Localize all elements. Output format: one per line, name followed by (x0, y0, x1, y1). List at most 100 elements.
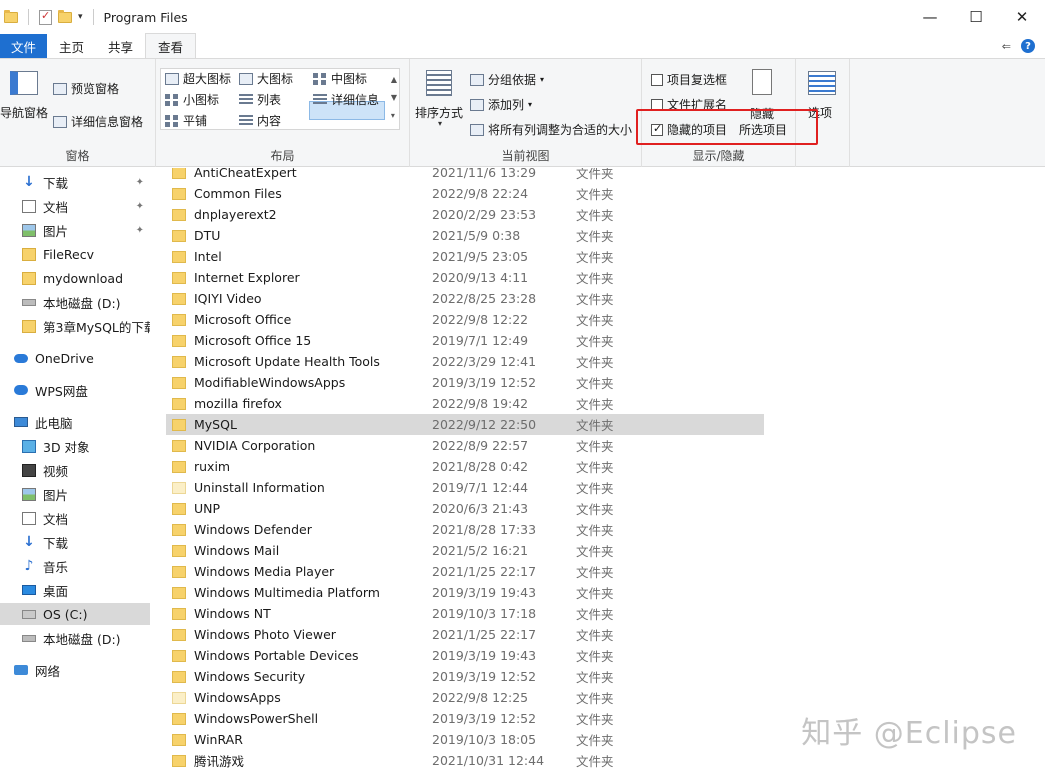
pin-icon[interactable]: ✦ (136, 177, 144, 188)
file-row[interactable]: ModifiableWindowsApps 2019/3/19 12:52 文件夹 (166, 372, 764, 393)
folder-icon (4, 9, 18, 23)
layout-gallery: 超大图标 大图标 中图标 小图标 列表 详细信息 平铺 内容 ▲ ▼ ▾ (160, 68, 400, 130)
file-name: Windows Portable Devices (194, 648, 359, 663)
layout-tiles[interactable]: 平铺 (165, 112, 207, 129)
file-row[interactable]: DTU 2021/5/9 0:38 文件夹 (166, 225, 764, 246)
nav-item[interactable]: 本地磁盘 (D:) (0, 291, 150, 313)
file-type: 文件夹 (576, 334, 614, 349)
pin-icon[interactable]: ✦ (136, 225, 144, 236)
nav-item[interactable]: 视频 (0, 459, 150, 481)
nav-item[interactable]: 第3章MySQL的下载 (0, 315, 150, 337)
nav-item[interactable]: ↓ 下载 ✦ (0, 171, 150, 193)
nav-item[interactable]: 图片 ✦ (0, 219, 150, 241)
file-row[interactable]: Windows Mail 2021/5/2 16:21 文件夹 (166, 540, 764, 561)
nav-item[interactable]: 桌面 (0, 579, 150, 601)
pin-icon[interactable]: ✦ (136, 201, 144, 212)
desktop-icon (22, 585, 36, 595)
window-title: Program Files (103, 9, 188, 25)
nav-item[interactable]: 本地磁盘 (D:) (0, 627, 150, 649)
file-row[interactable]: UNP 2020/6/3 21:43 文件夹 (166, 498, 764, 519)
video-icon (22, 463, 36, 477)
file-row[interactable]: AntiCheatExpert 2021/11/6 13:29 文件夹 (166, 168, 764, 183)
properties-icon[interactable] (39, 9, 52, 25)
file-date: 2019/3/19 12:52 (432, 669, 537, 684)
details-pane-button[interactable]: 详细信息窗格 (53, 113, 143, 130)
folder-icon (172, 544, 186, 557)
layout-list[interactable]: 列表 (239, 91, 281, 108)
file-row[interactable]: Windows Multimedia Platform 2019/3/19 19:… (166, 582, 764, 603)
file-row[interactable]: IQIYI Video 2022/8/25 23:28 文件夹 (166, 288, 764, 309)
layout-details[interactable]: 详细信息 (313, 91, 379, 108)
navigation-pane-icon (10, 71, 38, 95)
file-row[interactable]: Windows Defender 2021/8/28 17:33 文件夹 (166, 519, 764, 540)
file-row[interactable]: Intel 2021/9/5 23:05 文件夹 (166, 246, 764, 267)
layout-content[interactable]: 内容 (239, 112, 281, 129)
file-row[interactable]: Internet Explorer 2020/9/13 4:11 文件夹 (166, 267, 764, 288)
file-type: 文件夹 (576, 502, 614, 517)
file-row[interactable]: Windows NT 2019/10/3 17:18 文件夹 (166, 603, 764, 624)
nav-item[interactable]: FileRecv (0, 243, 150, 265)
maximize-button[interactable]: ☐ (953, 0, 999, 34)
item-checkboxes-toggle[interactable]: 项目复选框 (651, 71, 727, 88)
file-row[interactable]: WindowsPowerShell 2019/3/19 12:52 文件夹 (166, 708, 764, 729)
nav-item[interactable]: OS (C:) (0, 603, 150, 625)
file-row[interactable]: ruxim 2021/8/28 0:42 文件夹 (166, 456, 764, 477)
nav-item[interactable]: OneDrive (0, 347, 150, 369)
new-folder-icon[interactable] (58, 9, 72, 23)
file-row[interactable]: NVIDIA Corporation 2022/8/9 22:57 文件夹 (166, 435, 764, 456)
file-row[interactable]: 腾讯游戏 2021/10/31 12:44 文件夹 (166, 750, 764, 771)
tab-file[interactable]: 文件 (0, 34, 48, 58)
nav-item[interactable]: ↓ 下载 (0, 531, 150, 553)
hide-selected-icon (752, 69, 772, 95)
file-row[interactable]: WindowsApps 2022/9/8 12:25 文件夹 (166, 687, 764, 708)
nav-item[interactable]: 此电脑 (0, 411, 150, 433)
minimize-button[interactable]: — (907, 0, 953, 34)
file-date: 2019/3/19 19:43 (432, 648, 537, 663)
file-row[interactable]: mozilla firefox 2022/9/8 19:42 文件夹 (166, 393, 764, 414)
expand-ribbon-icon[interactable]: ⇐ (1002, 40, 1011, 53)
file-row[interactable]: dnplayerext2 2020/2/29 23:53 文件夹 (166, 204, 764, 225)
file-row[interactable]: Windows Portable Devices 2019/3/19 19:43 文… (166, 645, 764, 666)
nav-item[interactable]: 网络 (0, 659, 150, 681)
layout-large-icons[interactable]: 大图标 (239, 70, 293, 87)
nav-item[interactable]: mydownload (0, 267, 150, 289)
this-pc-icon (14, 417, 28, 427)
nav-item[interactable]: 图片 (0, 483, 150, 505)
file-row[interactable]: Uninstall Information 2019/7/1 12:44 文件夹 (166, 477, 764, 498)
size-all-columns-button[interactable]: 将所有列调整为合适的大小 (470, 121, 632, 138)
file-row[interactable]: Windows Security 2019/3/19 12:52 文件夹 (166, 666, 764, 687)
group-by-button[interactable]: 分组依据 ▾ (470, 71, 544, 88)
help-icon[interactable]: ? (1021, 39, 1035, 53)
file-row[interactable]: Common Files 2022/9/8 22:24 文件夹 (166, 183, 764, 204)
file-row[interactable]: MySQL 2022/9/12 22:50 文件夹 (166, 414, 764, 435)
layout-extra-large-icons[interactable]: 超大图标 (165, 70, 231, 87)
nav-item[interactable]: WPS网盘 (0, 379, 150, 401)
current-view-group: 排序方式 ▾ 分组依据 ▾ 添加列 ▾ 将所有列调整为合适的大小 当前视图 (410, 59, 642, 167)
tab-share[interactable]: 共享 (96, 34, 145, 58)
preview-pane-button[interactable]: 预览窗格 (53, 80, 119, 97)
navigation-pane-button[interactable]: 导航窗格 (0, 104, 48, 121)
customize-toolbar-chevron-icon[interactable]: ▾ (78, 12, 83, 22)
layout-small-icons[interactable]: 小图标 (165, 91, 219, 108)
file-row[interactable]: WinRAR 2019/10/3 18:05 文件夹 (166, 729, 764, 750)
close-button[interactable]: ✕ (999, 0, 1045, 34)
file-row[interactable]: Windows Media Player 2021/1/25 22:17 文件夹 (166, 561, 764, 582)
group-by-label: 分组依据 (488, 73, 537, 87)
tab-view[interactable]: 查看 (145, 33, 197, 58)
nav-item[interactable]: ♪ 音乐 (0, 555, 150, 577)
add-columns-button[interactable]: 添加列 ▾ (470, 96, 532, 113)
file-date: 2020/9/13 4:11 (432, 270, 529, 285)
nav-item[interactable]: 文档 ✦ (0, 195, 150, 217)
gallery-scroll-icon[interactable]: ▲ ▼ ▾ (391, 71, 397, 125)
file-row[interactable]: Microsoft Office 2022/9/8 12:22 文件夹 (166, 309, 764, 330)
file-row[interactable]: Windows Photo Viewer 2021/1/25 22:17 文件夹 (166, 624, 764, 645)
file-row[interactable]: Microsoft Office 15 2019/7/1 12:49 文件夹 (166, 330, 764, 351)
nav-item[interactable]: 文档 (0, 507, 150, 529)
file-date: 2022/9/12 22:50 (432, 417, 537, 432)
layout-medium-icons[interactable]: 中图标 (313, 70, 367, 87)
file-row[interactable]: Microsoft Update Health Tools 2022/3/29 1… (166, 351, 764, 372)
item-checkboxes-checkbox[interactable] (651, 73, 663, 86)
tab-home[interactable]: 主页 (47, 34, 96, 58)
nav-item[interactable]: 3D 对象 (0, 435, 150, 457)
file-date: 2019/10/3 17:18 (432, 606, 537, 621)
